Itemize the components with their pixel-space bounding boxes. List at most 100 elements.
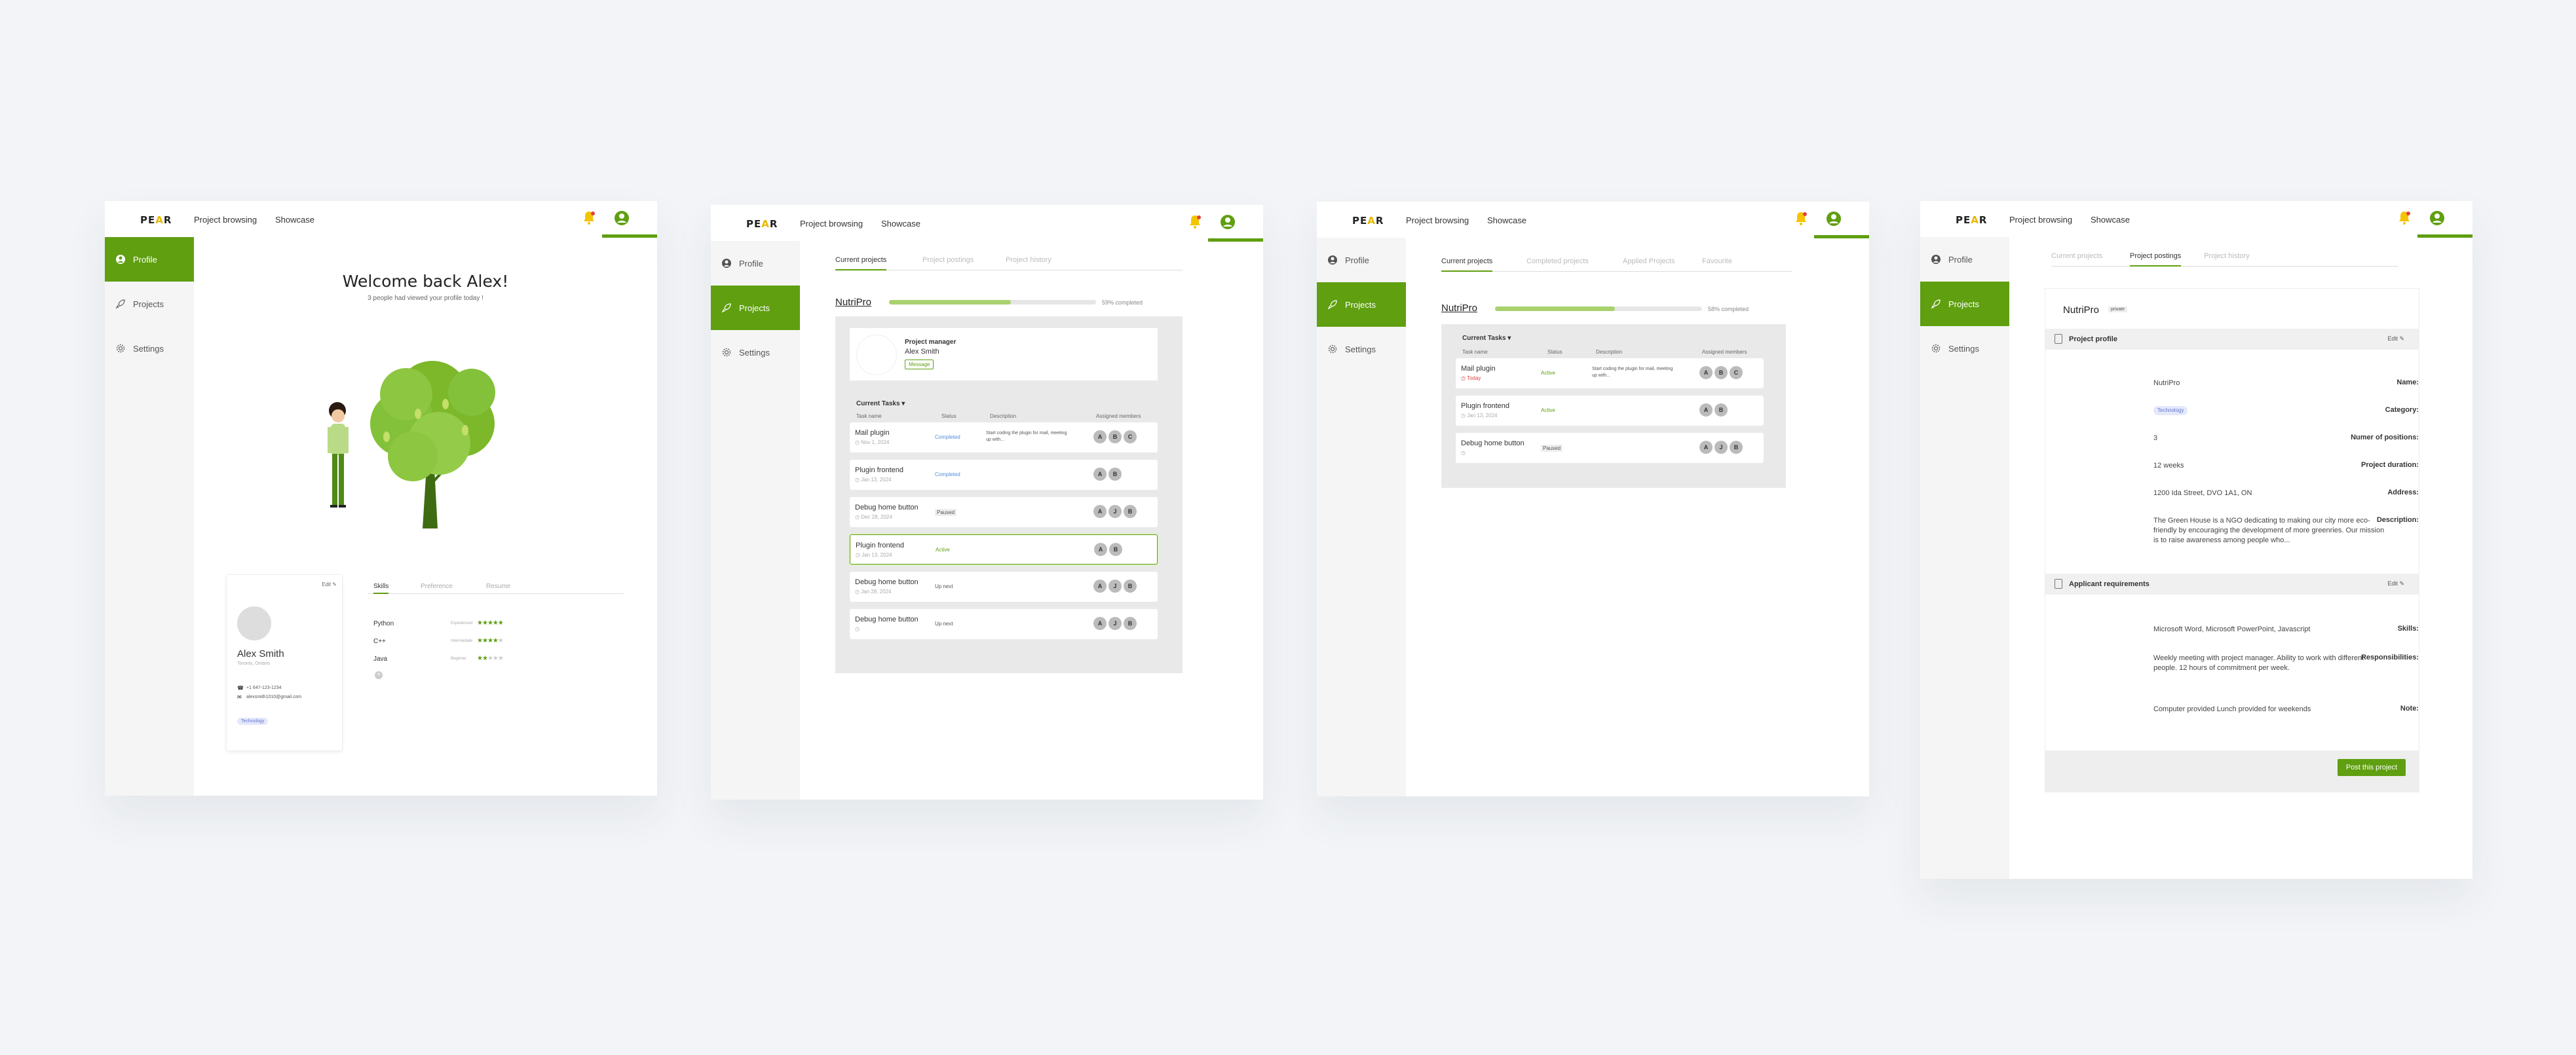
task-row[interactable]: Plugin frontend ◷ Jan 13, 2024 Active A B — [850, 534, 1158, 565]
project-title[interactable]: NutriPro — [835, 297, 871, 308]
member-avatar[interactable]: A — [1699, 366, 1713, 379]
nav-showcase[interactable]: Showcase — [2091, 215, 2130, 225]
notification-bell-icon[interactable] — [1794, 211, 1808, 227]
sidebar-item-projects[interactable]: Projects — [105, 282, 194, 326]
sidebar-item-profile[interactable]: Profile — [1317, 238, 1406, 282]
sidebar-item-settings[interactable]: Settings — [1920, 326, 2009, 371]
sidebar-item-projects[interactable]: Projects — [1920, 282, 2009, 326]
task-row[interactable]: Debug home button ◷ Paused A J B — [1456, 433, 1764, 463]
edit-button[interactable]: Edit ✎ — [2387, 335, 2404, 342]
member-avatar[interactable]: A — [1093, 430, 1107, 443]
sidebar-item-profile[interactable]: Profile — [105, 237, 194, 282]
member-avatar[interactable]: A — [1699, 441, 1713, 454]
tab-project-postings[interactable]: Project postings — [922, 256, 974, 270]
tasks-title[interactable]: Current Tasks ▾ — [856, 400, 905, 407]
tab-project-postings[interactable]: Project postings — [2130, 252, 2182, 267]
column-header: Task name — [856, 413, 882, 419]
member-avatar[interactable]: B — [1124, 505, 1137, 518]
tab-current-projects[interactable]: Current projects — [2051, 252, 2102, 267]
tab-applied-projects[interactable]: Applied Projects — [1623, 257, 1675, 272]
logo[interactable]: PEAR — [1352, 215, 1384, 227]
nav-showcase[interactable]: Showcase — [275, 215, 314, 225]
task-row[interactable]: Debug home button ◷ Up next A J B — [850, 609, 1158, 639]
member-avatar[interactable]: C — [1730, 366, 1743, 379]
sidebar-item-profile[interactable]: Profile — [1920, 237, 2009, 282]
nav-project-browsing[interactable]: Project browsing — [2009, 215, 2072, 225]
notification-bell-icon[interactable] — [2397, 210, 2412, 226]
tab-current-projects[interactable]: Current projects — [1441, 257, 1493, 272]
user-circle-icon — [722, 259, 731, 268]
task-row[interactable]: Plugin frontend ◷ Jan 13, 2024 Active A B — [1456, 396, 1764, 426]
user-circle-icon[interactable] — [1219, 213, 1237, 231]
post-project-button[interactable]: Post this project — [2338, 759, 2406, 776]
tab-project-history[interactable]: Project history — [1006, 256, 1051, 270]
sidebar-item-projects[interactable]: Projects — [1317, 282, 1406, 327]
member-avatar[interactable]: J — [1108, 580, 1122, 593]
user-circle-icon[interactable] — [2428, 209, 2446, 227]
member-avatar[interactable]: J — [1108, 505, 1122, 518]
tab-project-history[interactable]: Project history — [2204, 252, 2250, 267]
sidebar-item-settings[interactable]: Settings — [1317, 327, 1406, 371]
nav-showcase[interactable]: Showcase — [1487, 215, 1526, 225]
member-avatar[interactable]: A — [1093, 505, 1107, 518]
task-status: Up next — [935, 621, 953, 627]
task-row[interactable]: Mail plugin ◷ Nov 1, 2024 Completed Start c… — [850, 422, 1158, 453]
skill-level: Beginner — [451, 657, 467, 661]
member-avatar[interactable]: A — [1093, 468, 1107, 481]
task-row[interactable]: Mail plugin ◷ Today Active Start coding the… — [1456, 358, 1764, 388]
tab-completed-projects[interactable]: Completed projects — [1526, 257, 1589, 272]
project-tabs: Current projects Project postings Projec… — [835, 256, 1183, 270]
member-avatar[interactable]: J — [1108, 617, 1122, 630]
member-avatar[interactable]: B — [1730, 441, 1743, 454]
nav-project-browsing[interactable]: Project browsing — [800, 219, 863, 229]
member-avatar[interactable]: A — [1094, 543, 1107, 556]
form-row: Address: 1200 Ida Street, DVO 1A1, ON — [2045, 489, 2419, 515]
member-avatar[interactable]: B — [1714, 366, 1728, 379]
sidebar-item-settings[interactable]: Settings — [105, 326, 194, 371]
edit-button[interactable]: Edit ✎ — [2387, 580, 2404, 587]
member-avatar[interactable]: A — [1699, 403, 1713, 416]
tasks-title[interactable]: Current Tasks ▾ — [1462, 335, 1511, 342]
member-avatar[interactable]: C — [1124, 430, 1137, 443]
nav-project-browsing[interactable]: Project browsing — [194, 215, 257, 225]
tab-preference[interactable]: Preference — [421, 583, 453, 590]
task-date: ◷ Jan 13, 2024 — [856, 552, 892, 558]
add-skill-icon[interactable]: + — [375, 671, 383, 679]
sidebar-item-settings[interactable]: Settings — [711, 330, 800, 375]
manager-avatar — [856, 335, 897, 375]
member-avatar[interactable]: B — [1108, 468, 1122, 481]
notification-bell-icon[interactable] — [582, 210, 596, 226]
profile-edit-button[interactable]: Edit ✎ — [322, 582, 337, 587]
logo[interactable]: PEAR — [1956, 214, 1987, 226]
nav-showcase[interactable]: Showcase — [881, 219, 920, 229]
member-avatar[interactable]: B — [1108, 430, 1122, 443]
tab-favourite[interactable]: Favourite — [1702, 257, 1732, 272]
task-row[interactable]: Plugin frontend ◷ Jan 13, 2024 Completed A B — [850, 460, 1158, 490]
screen-projects-compact: PEAR Project browsing Showcase Profile P… — [1317, 202, 1869, 796]
task-row[interactable]: Debug home button ◷ Dec 28, 2024 Paused A J B — [850, 497, 1158, 527]
message-button[interactable]: Message — [905, 360, 934, 369]
member-avatar[interactable]: B — [1124, 617, 1137, 630]
tab-resume[interactable]: Resume — [486, 583, 510, 590]
logo[interactable]: PEAR — [140, 214, 172, 226]
user-circle-icon[interactable] — [613, 209, 631, 227]
column-header: Description — [1596, 349, 1623, 355]
member-avatar[interactable]: A — [1093, 617, 1107, 630]
member-avatar[interactable]: B — [1714, 403, 1728, 416]
user-circle-icon[interactable] — [1825, 210, 1843, 228]
notification-bell-icon[interactable] — [1188, 214, 1202, 230]
tab-current-projects[interactable]: Current projects — [835, 256, 887, 270]
project-title[interactable]: NutriPro — [1441, 303, 1477, 314]
member-avatar[interactable]: B — [1124, 580, 1137, 593]
task-row[interactable]: Debug home button ◷ Jan 28, 2024 Up next A J… — [850, 572, 1158, 602]
nav-project-browsing[interactable]: Project browsing — [1406, 215, 1469, 225]
logo[interactable]: PEAR — [746, 218, 778, 230]
tab-skills[interactable]: Skills — [373, 583, 389, 594]
sidebar-item-projects[interactable]: Projects — [711, 286, 800, 330]
member-avatar[interactable]: B — [1109, 543, 1122, 556]
sidebar: Profile Projects Settings — [711, 241, 800, 800]
member-avatar[interactable]: A — [1093, 580, 1107, 593]
member-avatar[interactable]: J — [1714, 441, 1728, 454]
task-name: Plugin frontend — [856, 542, 904, 549]
sidebar-item-profile[interactable]: Profile — [711, 241, 800, 286]
